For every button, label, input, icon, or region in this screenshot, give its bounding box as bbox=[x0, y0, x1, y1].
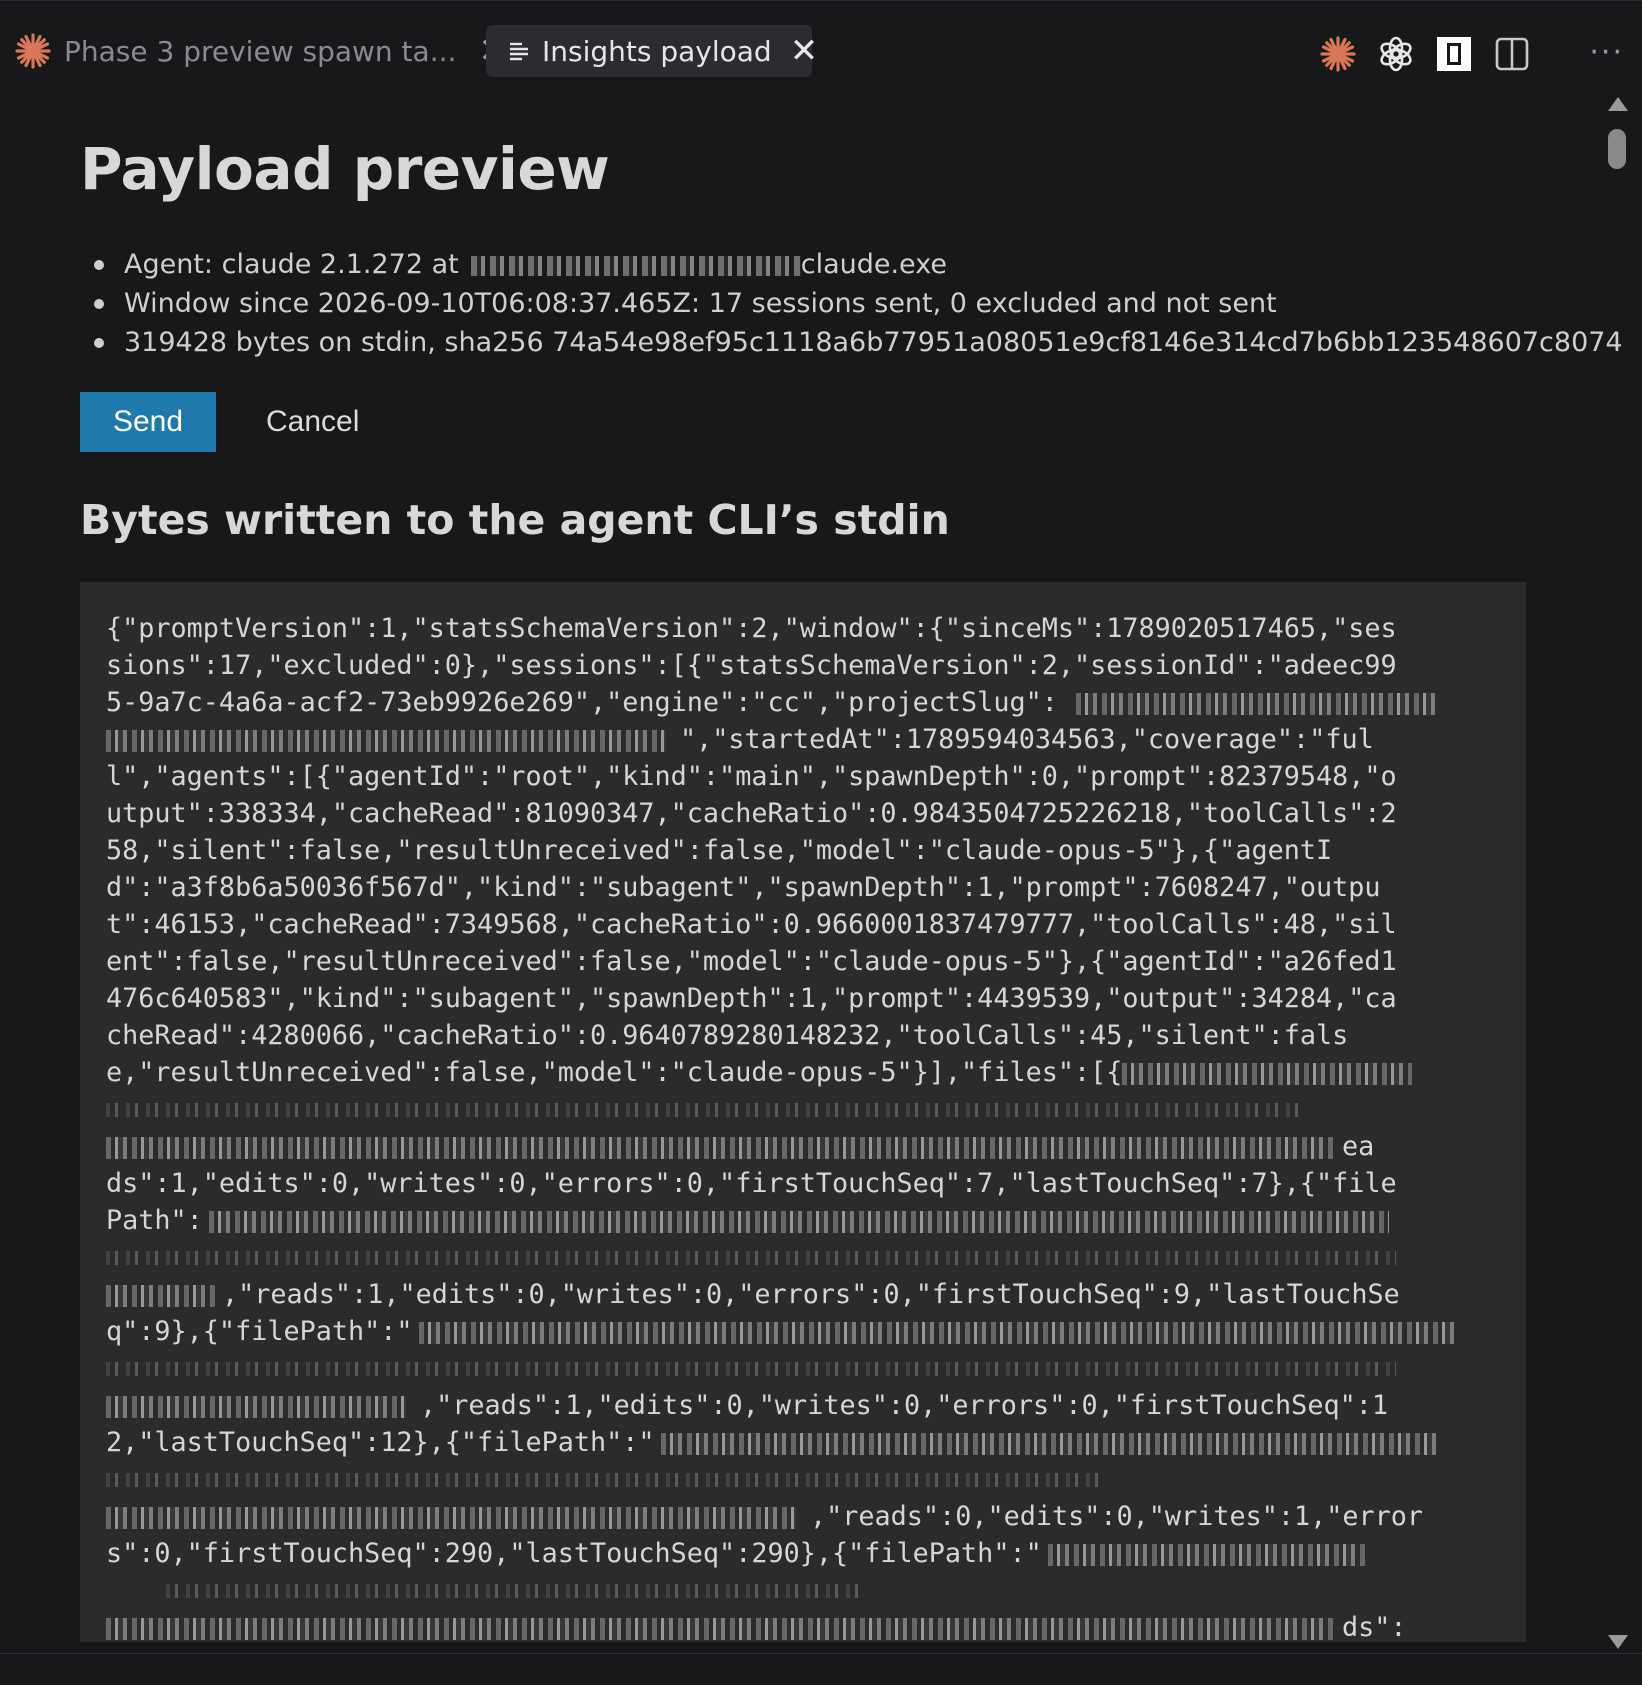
redacted-path bbox=[470, 255, 801, 276]
stdin-payload-code: {"promptVersion":1,"statsSchemaVersion":… bbox=[80, 582, 1526, 1642]
panel-icon[interactable] bbox=[1434, 34, 1474, 74]
code-text: s":0,"firstTouchSeq":290,"lastTouchSeq":… bbox=[106, 1538, 1042, 1569]
redacted-line bbox=[106, 1461, 1500, 1498]
code-line: 5-9a7c-4a6a-acf2-73eb9926e269","engine":… bbox=[106, 684, 1500, 721]
code-line: t":46153,"cacheRead":7349568,"cacheRatio… bbox=[106, 909, 1397, 940]
tab-insights-payload[interactable]: Insights payload ✕ bbox=[486, 25, 818, 77]
scroll-thumb[interactable] bbox=[1608, 129, 1626, 169]
redacted-line bbox=[106, 1091, 1500, 1128]
redacted-line bbox=[106, 1572, 1500, 1609]
tab-label: Insights payload bbox=[542, 34, 772, 68]
agent-suffix: claude.exe bbox=[800, 249, 947, 280]
code-line: sions":17,"excluded":0},"sessions":[{"st… bbox=[106, 650, 1397, 681]
split-editor-icon[interactable] bbox=[1492, 34, 1532, 74]
code-line: 58,"silent":false,"resultUnreceived":fal… bbox=[106, 835, 1333, 866]
redacted-line bbox=[106, 1239, 1500, 1276]
lines-icon bbox=[508, 31, 530, 71]
code-text: ","startedAt":1789594034563,"coverage":"… bbox=[680, 724, 1374, 755]
redacted-text bbox=[208, 1210, 1389, 1233]
list-item: Window since 2026-09-10T06:08:37.465Z: 1… bbox=[80, 284, 1540, 323]
code-text: 2,"lastTouchSeq":12},{"filePath":" bbox=[106, 1427, 655, 1458]
section-title: Bytes written to the agent CLI’s stdin bbox=[80, 496, 950, 544]
code-line: ,"reads":1,"edits":0,"writes":0,"errors"… bbox=[106, 1387, 1500, 1424]
code-line: q":9},{"filePath":" bbox=[106, 1313, 1500, 1350]
redacted-text bbox=[106, 1284, 216, 1307]
openai-icon[interactable] bbox=[1376, 34, 1416, 74]
send-button[interactable]: Send bbox=[80, 392, 216, 452]
code-line: ,"reads":0,"edits":0,"writes":1,"error bbox=[106, 1498, 1500, 1535]
editor-window: Phase 3 preview spawn ta... ✕ Insights p… bbox=[0, 0, 1642, 1685]
code-text: ds": bbox=[1342, 1612, 1407, 1642]
code-text: ,"reads":0,"edits":0,"writes":1,"error bbox=[810, 1501, 1424, 1532]
redacted-text bbox=[1047, 1543, 1368, 1566]
code-text: e,"resultUnreceived":false,"model":"clau… bbox=[106, 1057, 1123, 1088]
redacted-text bbox=[1122, 1062, 1413, 1085]
claude-asterisk-icon bbox=[14, 31, 52, 71]
tab-label: Phase 3 preview spawn ta... bbox=[64, 34, 457, 68]
list-item: Agent: claude 2.1.272 at claude.exe bbox=[80, 245, 1540, 284]
scroll-up-arrow-icon[interactable] bbox=[1608, 97, 1628, 111]
tab-bar: Phase 3 preview spawn ta... ✕ Insights p… bbox=[0, 15, 1642, 85]
list-item: 319428 bytes on stdin, sha256 74a54e98ef… bbox=[80, 323, 1623, 362]
page-title: Payload preview bbox=[80, 135, 610, 203]
close-icon[interactable]: ✕ bbox=[790, 34, 819, 68]
more-icon[interactable]: ··· bbox=[1589, 35, 1624, 70]
claude-icon[interactable] bbox=[1318, 34, 1358, 74]
code-line: ,"reads":1,"edits":0,"writes":0,"errors"… bbox=[106, 1276, 1500, 1313]
code-line: ds":1,"edits":0,"writes":0,"errors":0,"f… bbox=[106, 1168, 1397, 1199]
editor-actions bbox=[1318, 29, 1532, 79]
scroll-down-arrow-icon[interactable] bbox=[1608, 1635, 1628, 1649]
code-line: ds": bbox=[106, 1609, 1500, 1642]
redacted-line bbox=[106, 1350, 1500, 1387]
code-text: q":9},{"filePath":" bbox=[106, 1316, 413, 1347]
code-line: l","agents":[{"agentId":"root","kind":"m… bbox=[106, 761, 1397, 792]
cancel-button[interactable]: Cancel bbox=[266, 405, 359, 439]
code-line: Path": bbox=[106, 1202, 1500, 1239]
redacted-text bbox=[106, 729, 666, 752]
redacted-text bbox=[660, 1432, 1441, 1455]
code-line: d":"a3f8b6a50036f567d","kind":"subagent"… bbox=[106, 872, 1381, 903]
code-line: 2,"lastTouchSeq":12},{"filePath":" bbox=[106, 1424, 1500, 1461]
redacted-text bbox=[106, 1395, 406, 1418]
code-text: ea bbox=[1342, 1131, 1375, 1162]
summary-list: Agent: claude 2.1.272 at claude.exe Windo… bbox=[80, 245, 1623, 362]
code-line: utput":338334,"cacheRead":81090347,"cach… bbox=[106, 798, 1397, 829]
code-line: cheRead":4280066,"cacheRatio":0.96407892… bbox=[106, 1020, 1349, 1051]
redacted-text bbox=[106, 1617, 1336, 1640]
redacted-text bbox=[106, 1506, 796, 1529]
redacted-text bbox=[1075, 692, 1436, 715]
redacted-text bbox=[106, 1136, 1336, 1159]
code-line: e,"resultUnreceived":false,"model":"clau… bbox=[106, 1054, 1500, 1091]
code-line: s":0,"firstTouchSeq":290,"lastTouchSeq":… bbox=[106, 1535, 1500, 1572]
divider bbox=[0, 1653, 1642, 1654]
vertical-scrollbar[interactable] bbox=[1606, 97, 1628, 1649]
agent-prefix: Agent: claude 2.1.272 at bbox=[124, 249, 459, 280]
action-buttons: Send Cancel bbox=[80, 392, 1540, 452]
code-line: ea bbox=[106, 1128, 1500, 1165]
payload-preview-page: Payload preview Agent: claude 2.1.272 at… bbox=[80, 85, 1623, 1642]
code-line: ent":false,"resultUnreceived":false,"mod… bbox=[106, 946, 1397, 977]
code-line: 476c640583","kind":"subagent","spawnDept… bbox=[106, 983, 1397, 1014]
redacted-text bbox=[418, 1321, 1459, 1344]
code-line: ","startedAt":1789594034563,"coverage":"… bbox=[106, 721, 1500, 758]
code-text: Path": bbox=[106, 1205, 203, 1236]
code-line: {"promptVersion":1,"statsSchemaVersion":… bbox=[106, 613, 1397, 644]
code-text: ,"reads":1,"edits":0,"writes":0,"errors"… bbox=[222, 1279, 1400, 1310]
code-text: ,"reads":1,"edits":0,"writes":0,"errors"… bbox=[420, 1390, 1388, 1421]
code-text: 5-9a7c-4a6a-acf2-73eb9926e269","engine":… bbox=[106, 687, 1058, 718]
tab-phase3-preview[interactable]: Phase 3 preview spawn ta... ✕ bbox=[14, 25, 507, 77]
